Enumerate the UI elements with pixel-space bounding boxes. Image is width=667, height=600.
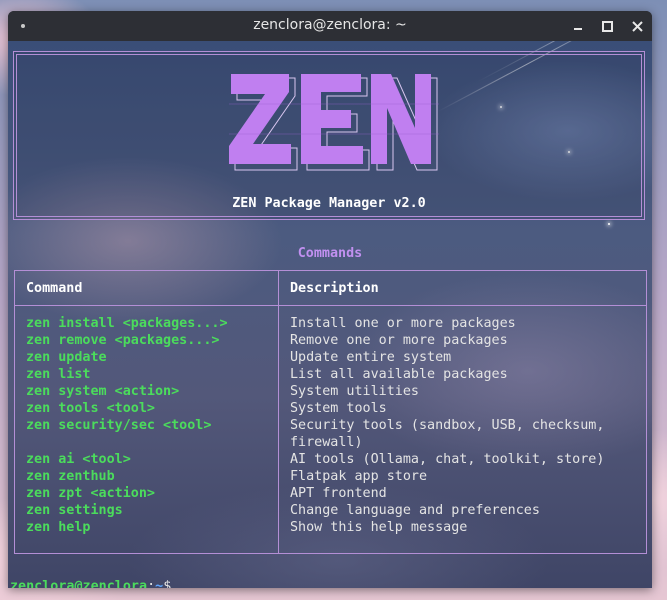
commands-heading: Commands [297,246,363,261]
command-cell: zen update [26,350,107,365]
table-row: zen install <packages...> Install one or … [15,315,646,332]
title-bar[interactable]: zenclora@zenclora: ~ [8,11,652,41]
description-cell: APT frontend [290,486,387,501]
prompt-symbol: $ [163,579,172,588]
close-button[interactable] [627,16,647,36]
text-cursor [171,578,179,588]
table-row: zen security/sec <tool> Security tools (s… [15,417,646,451]
description-cell: Show this help message [290,520,468,535]
table-row: zen zpt <action> APT frontend [15,485,646,502]
terminal-window: zenclora@zenclora: ~ ZEN Package Manager… [8,11,652,588]
table-row: zen help Show this help message [15,519,646,536]
command-cell: zen settings [26,503,123,518]
table-row: zen settings Change language and preferen… [15,502,646,519]
table-rows: zen install <packages...> Install one or … [15,315,646,536]
header-divider [15,305,646,306]
description-cell: AI tools (Ollama, chat, toolkit, store) [290,452,605,467]
minimize-icon [574,28,582,30]
command-cell: zen tools <tool> [26,401,155,416]
command-cell: zen list [26,367,91,382]
description-cell: System utilities [290,384,419,399]
command-cell: zen zpt <action> [26,486,155,501]
command-cell: zen help [26,520,91,535]
table-row: zen system <action> System utilities [15,383,646,400]
prompt-user-host: zenclora@zenclora [10,579,148,588]
command-cell: zen ai <tool> [26,452,131,467]
maximize-icon [601,20,613,32]
command-cell: zen security/sec <tool> [26,418,212,433]
description-cell: Install one or more packages [290,316,516,331]
close-icon [631,20,643,32]
table-row: zen list List all available packages [15,366,646,383]
window-title: zenclora@zenclora: ~ [253,17,407,33]
shell-prompt[interactable]: zenclora@zenclora:~$ [10,578,179,588]
banner-box: ZEN Package Manager v2.0 [13,51,645,220]
table-row: zen update Update entire system [15,349,646,366]
table-row: zen remove <packages...> Remove one or mo… [15,332,646,349]
description-cell: Update entire system [290,350,452,365]
table-row: zen zenthub Flatpak app store [15,468,646,485]
description-cell: Change language and preferences [290,503,540,518]
command-cell: zen zenthub [26,469,115,484]
command-cell: zen system <action> [26,384,180,399]
command-cell: zen remove <packages...> [26,333,220,348]
command-cell: zen install <packages...> [26,316,228,331]
table-row: zen ai <tool> AI tools (Ollama, chat, too… [15,451,646,468]
column-header-command: Command [26,281,83,296]
commands-table: Command Description zen install <package… [14,270,647,554]
description-cell: List all available packages [290,367,508,382]
table-row: zen tools <tool> System tools [15,400,646,417]
banner-subtitle: ZEN Package Manager v2.0 [232,196,426,211]
minimize-button[interactable] [568,16,588,36]
prompt-separator: : [147,579,156,588]
description-cell: Security tools (sandbox, USB, checksum, … [290,418,605,450]
zen-ascii-logo [229,74,439,171]
prompt-path: ~ [155,579,164,588]
star [608,223,610,225]
maximize-button[interactable] [597,16,617,36]
terminal-area[interactable]: ZEN Package Manager v2.0 Commands Comman… [8,41,652,588]
column-header-description: Description [290,281,379,296]
description-cell: System tools [290,401,387,416]
description-cell: Remove one or more packages [290,333,508,348]
description-cell: Flatpak app store [290,469,428,484]
